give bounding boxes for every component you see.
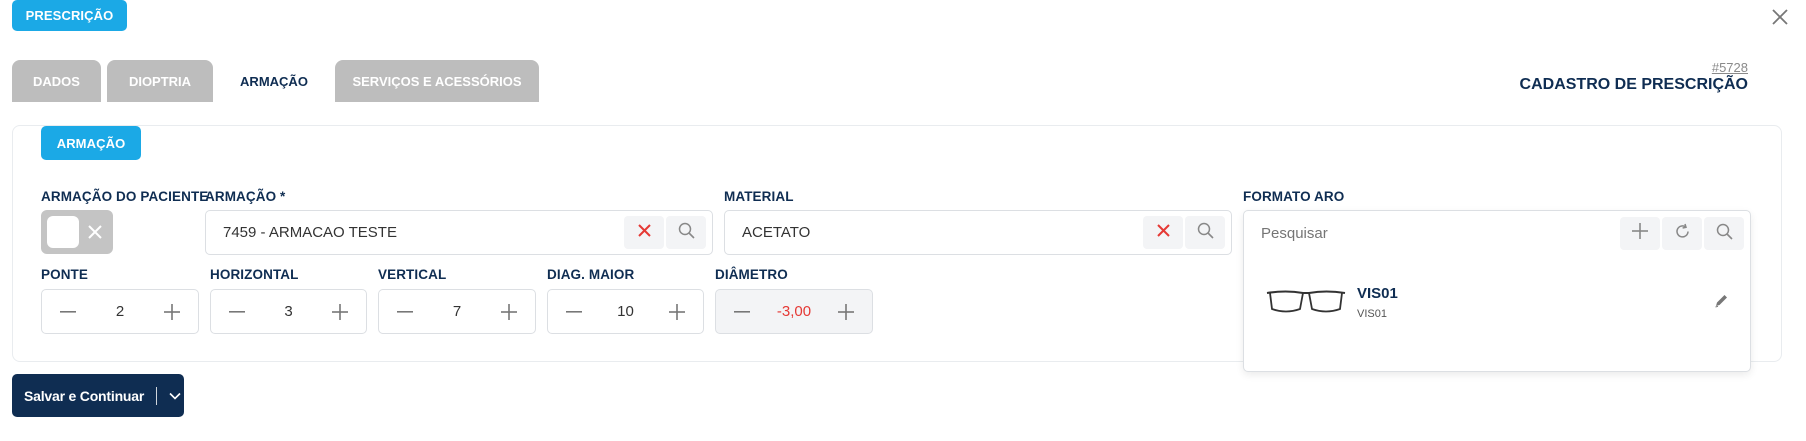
stepper-value: 2 [115, 303, 125, 320]
clear-button[interactable] [624, 216, 664, 249]
chevron-down-icon[interactable] [169, 392, 181, 400]
rim-shape-label: FORMATO ARO [1243, 189, 1345, 204]
ponte-label: PONTE [41, 267, 89, 282]
search-button[interactable] [1704, 217, 1744, 250]
diametro-label: DIÂMETRO [715, 267, 788, 282]
save-label: Salvar e Continuar [24, 387, 145, 404]
vertical-label: VERTICAL [378, 267, 447, 282]
tab-servicos-acessorios[interactable]: SERVIÇOS E ACESSÓRIOS [335, 60, 539, 102]
material-field[interactable]: ACETATO [724, 210, 1232, 255]
minus-icon[interactable] [393, 300, 417, 324]
rim-shape-search[interactable] [1244, 211, 1750, 256]
option-code: VIS01 [1357, 308, 1387, 320]
search-icon [678, 222, 695, 244]
horizontal-label: HORIZONTAL [210, 267, 299, 282]
tab-dados[interactable]: DADOS [12, 60, 101, 102]
plus-icon [1632, 223, 1648, 244]
minus-icon[interactable] [730, 300, 754, 324]
save-and-continue-button[interactable]: Salvar e Continuar [12, 374, 184, 417]
glasses-icon [1266, 288, 1346, 321]
minus-icon[interactable] [562, 300, 586, 324]
plus-icon[interactable] [665, 300, 689, 324]
ponte-stepper[interactable]: 2 [41, 289, 199, 334]
stepper-value: 7 [452, 303, 462, 320]
section-badge: ARMAÇÃO [41, 126, 141, 160]
patient-frame-toggle[interactable] [41, 210, 113, 254]
frame-field[interactable]: 7459 - ARMACAO TESTE [205, 210, 713, 255]
frame-label: ARMAÇÃO * [205, 189, 286, 204]
clear-icon [637, 223, 652, 243]
order-number-link[interactable]: #5728 [1600, 60, 1748, 75]
plus-icon[interactable] [834, 300, 858, 324]
material-value: ACETATO [742, 224, 811, 241]
list-item[interactable]: VIS01 VIS01 [1244, 266, 1750, 336]
vertical-stepper[interactable]: 7 [378, 289, 536, 334]
page-title: CADASTRO DE PRESCRIÇÃO [1519, 76, 1748, 93]
diag-maior-stepper[interactable]: 10 [547, 289, 704, 334]
diag-maior-label: DIAG. MAIOR [547, 267, 635, 282]
prescricao-button[interactable]: PRESCRIÇÃO [12, 0, 127, 31]
tab-dioptria[interactable]: DIOPTRIA [107, 60, 213, 102]
close-icon [87, 224, 103, 245]
close-icon[interactable] [1765, 2, 1795, 32]
add-button[interactable] [1620, 217, 1660, 250]
rim-shape-dropdown: VIS01 VIS01 [1243, 210, 1751, 372]
horizontal-stepper[interactable]: 3 [210, 289, 367, 334]
divider [156, 386, 158, 405]
frame-value: 7459 - ARMACAO TESTE [223, 224, 397, 241]
patient-frame-label: ARMAÇÃO DO PACIENTE [41, 189, 209, 204]
plus-icon[interactable] [160, 300, 184, 324]
minus-icon[interactable] [56, 300, 80, 324]
minus-icon[interactable] [225, 300, 249, 324]
material-label: MATERIAL [724, 189, 794, 204]
tab-armacao[interactable]: ARMAÇÃO [222, 60, 326, 102]
plus-icon[interactable] [328, 300, 352, 324]
stepper-value: 10 [617, 303, 634, 320]
search-button[interactable] [666, 216, 706, 249]
search-button[interactable] [1185, 216, 1225, 249]
clear-icon [1156, 223, 1171, 243]
edit-icon[interactable] [1714, 293, 1729, 313]
rim-shape-search-input[interactable] [1244, 225, 1620, 242]
search-icon [1197, 222, 1214, 244]
search-icon [1716, 223, 1733, 245]
diametro-stepper[interactable]: -3,00 [715, 289, 873, 334]
stepper-value: 3 [284, 303, 293, 320]
refresh-icon [1674, 223, 1691, 245]
option-name: VIS01 [1357, 285, 1398, 302]
plus-icon[interactable] [497, 300, 521, 324]
toggle-knob [47, 216, 79, 248]
refresh-button[interactable] [1662, 217, 1702, 250]
stepper-value: -3,00 [776, 303, 812, 320]
clear-button[interactable] [1143, 216, 1183, 249]
